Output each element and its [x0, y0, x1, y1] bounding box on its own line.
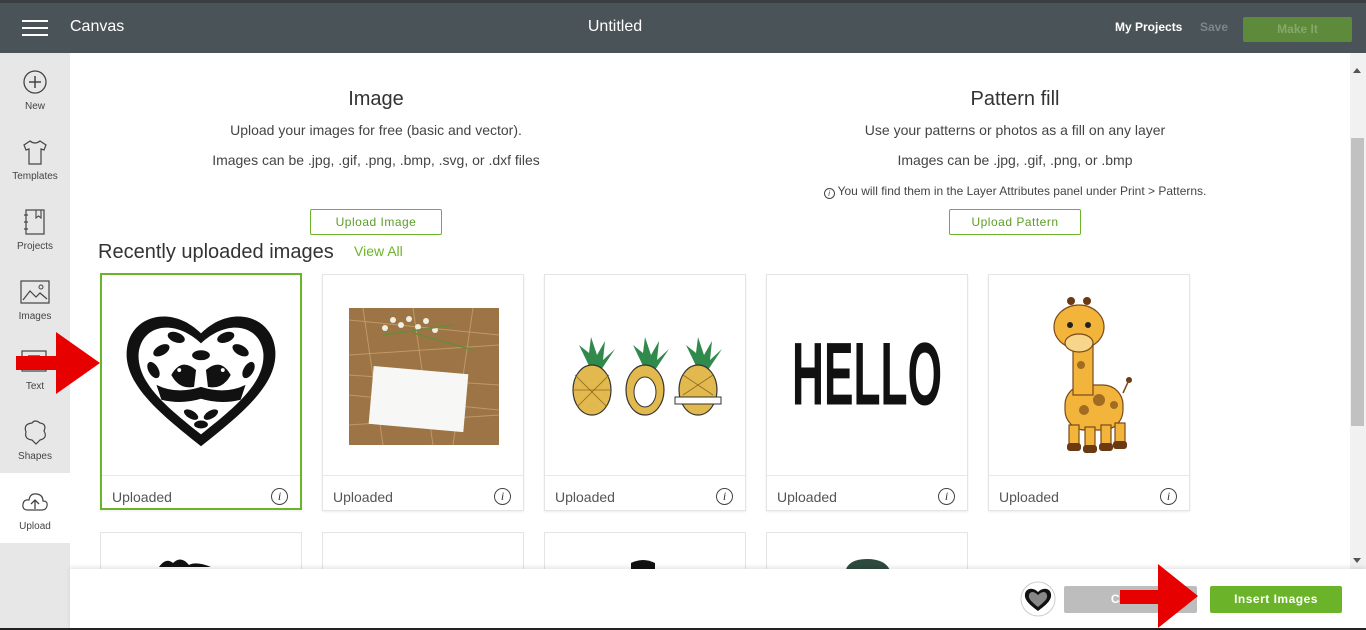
card-label: Uploaded [333, 489, 393, 505]
shirt-icon [23, 140, 47, 165]
info-icon[interactable]: i [494, 488, 511, 505]
upload-pattern-button[interactable]: Upload Pattern [949, 209, 1081, 235]
giraffe-image [1053, 297, 1132, 453]
scroll-up-arrow-icon[interactable] [1353, 68, 1361, 73]
sidebar-item-templates[interactable]: Templates [0, 123, 70, 193]
sidebar-item-new[interactable]: New [0, 53, 70, 123]
card-divider [323, 475, 523, 476]
svg-text:HELLO: HELLO [792, 325, 942, 424]
image-card-hello[interactable]: HELLO Uploaded i [766, 274, 968, 511]
scrollbar-thumb[interactable] [1351, 138, 1364, 426]
info-icon[interactable]: i [271, 488, 288, 505]
partial-image [631, 560, 655, 573]
pattern-note-text: You will find them in the Layer Attribut… [837, 184, 1207, 198]
photo-card-on-straw-image [348, 307, 500, 446]
info-icon[interactable]: i [716, 488, 733, 505]
sidebar-item-images[interactable]: Images [0, 263, 70, 333]
image-card-heart-birds[interactable]: Uploaded i [100, 273, 302, 510]
card-divider [102, 475, 300, 476]
info-icon[interactable]: i [938, 488, 955, 505]
card-label: Uploaded [112, 489, 172, 505]
red-arrow-annotation-icon [1120, 564, 1198, 628]
image-section-formats: Images can be .jpg, .gif, .png, .bmp, .s… [212, 152, 540, 168]
image-section-title: Image [348, 88, 404, 110]
notebook-icon [24, 209, 45, 235]
partial-image [159, 559, 211, 567]
card-divider [545, 475, 745, 476]
document-title: Untitled [587, 18, 643, 35]
card-divider [989, 475, 1189, 476]
sidebar-item-projects[interactable]: Projects [0, 193, 70, 263]
sidebar-item-label: Upload [19, 521, 51, 532]
card-label: Uploaded [999, 489, 1059, 505]
heart-birds-image [126, 316, 276, 447]
sidebar-item-label: Shapes [18, 451, 52, 462]
image-section-description: Upload your images for free (basic and v… [230, 122, 522, 138]
card-divider [767, 475, 967, 476]
make-it-button[interactable]: Make It [1243, 17, 1352, 42]
sidebar-item-label: Projects [16, 241, 54, 252]
hello-text-image: HELLO [792, 325, 942, 424]
cloud-upload-icon [22, 493, 48, 511]
scroll-down-arrow-icon[interactable] [1353, 558, 1361, 563]
pattern-section-formats: Images can be .jpg, .gif, .png, or .bmp [897, 152, 1133, 168]
image-card-pineapples[interactable]: Uploaded i [544, 274, 746, 511]
image-card-photo[interactable]: Uploaded i [322, 274, 524, 511]
info-icon[interactable]: i [1160, 488, 1177, 505]
sidebar-item-upload[interactable]: Upload [0, 473, 70, 543]
pattern-section-note: i You will find them in the Layer Attribu… [765, 184, 1265, 199]
pattern-section-title: Pattern fill [970, 88, 1060, 110]
red-arrow-annotation-icon [16, 332, 100, 394]
sidebar-item-label: Templates [12, 171, 58, 182]
view-all-link[interactable]: View All [354, 243, 403, 259]
canvas-upload-page: Canvas Untitled My Projects Save Make It… [0, 0, 1366, 630]
sidebar-item-shapes[interactable]: Shapes [0, 403, 70, 473]
insert-images-button[interactable]: Insert Images [1210, 586, 1342, 613]
top-bar: Canvas Untitled My Projects Save Make It [0, 0, 1366, 53]
image-icon [20, 280, 50, 304]
card-label: Uploaded [555, 489, 615, 505]
pineapples-image [572, 337, 722, 416]
recent-uploads-title: Recently uploaded images [98, 241, 334, 263]
upload-image-button[interactable]: Upload Image [310, 209, 442, 235]
sidebar-item-label: Images [18, 311, 52, 322]
image-card-giraffe[interactable]: Uploaded i [988, 274, 1190, 511]
save-button[interactable]: Save [1200, 20, 1228, 34]
my-projects-link[interactable]: My Projects [1115, 20, 1182, 34]
sidebar-item-label: New [24, 101, 45, 112]
plus-circle-icon [23, 70, 47, 94]
card-label: Uploaded [777, 489, 837, 505]
partial-image [845, 559, 891, 573]
shapes-icon [24, 420, 46, 445]
info-icon: i [823, 188, 835, 199]
selected-image-thumbnail [1020, 581, 1056, 617]
pattern-section-description: Use your patterns or photos as a fill on… [864, 122, 1166, 138]
